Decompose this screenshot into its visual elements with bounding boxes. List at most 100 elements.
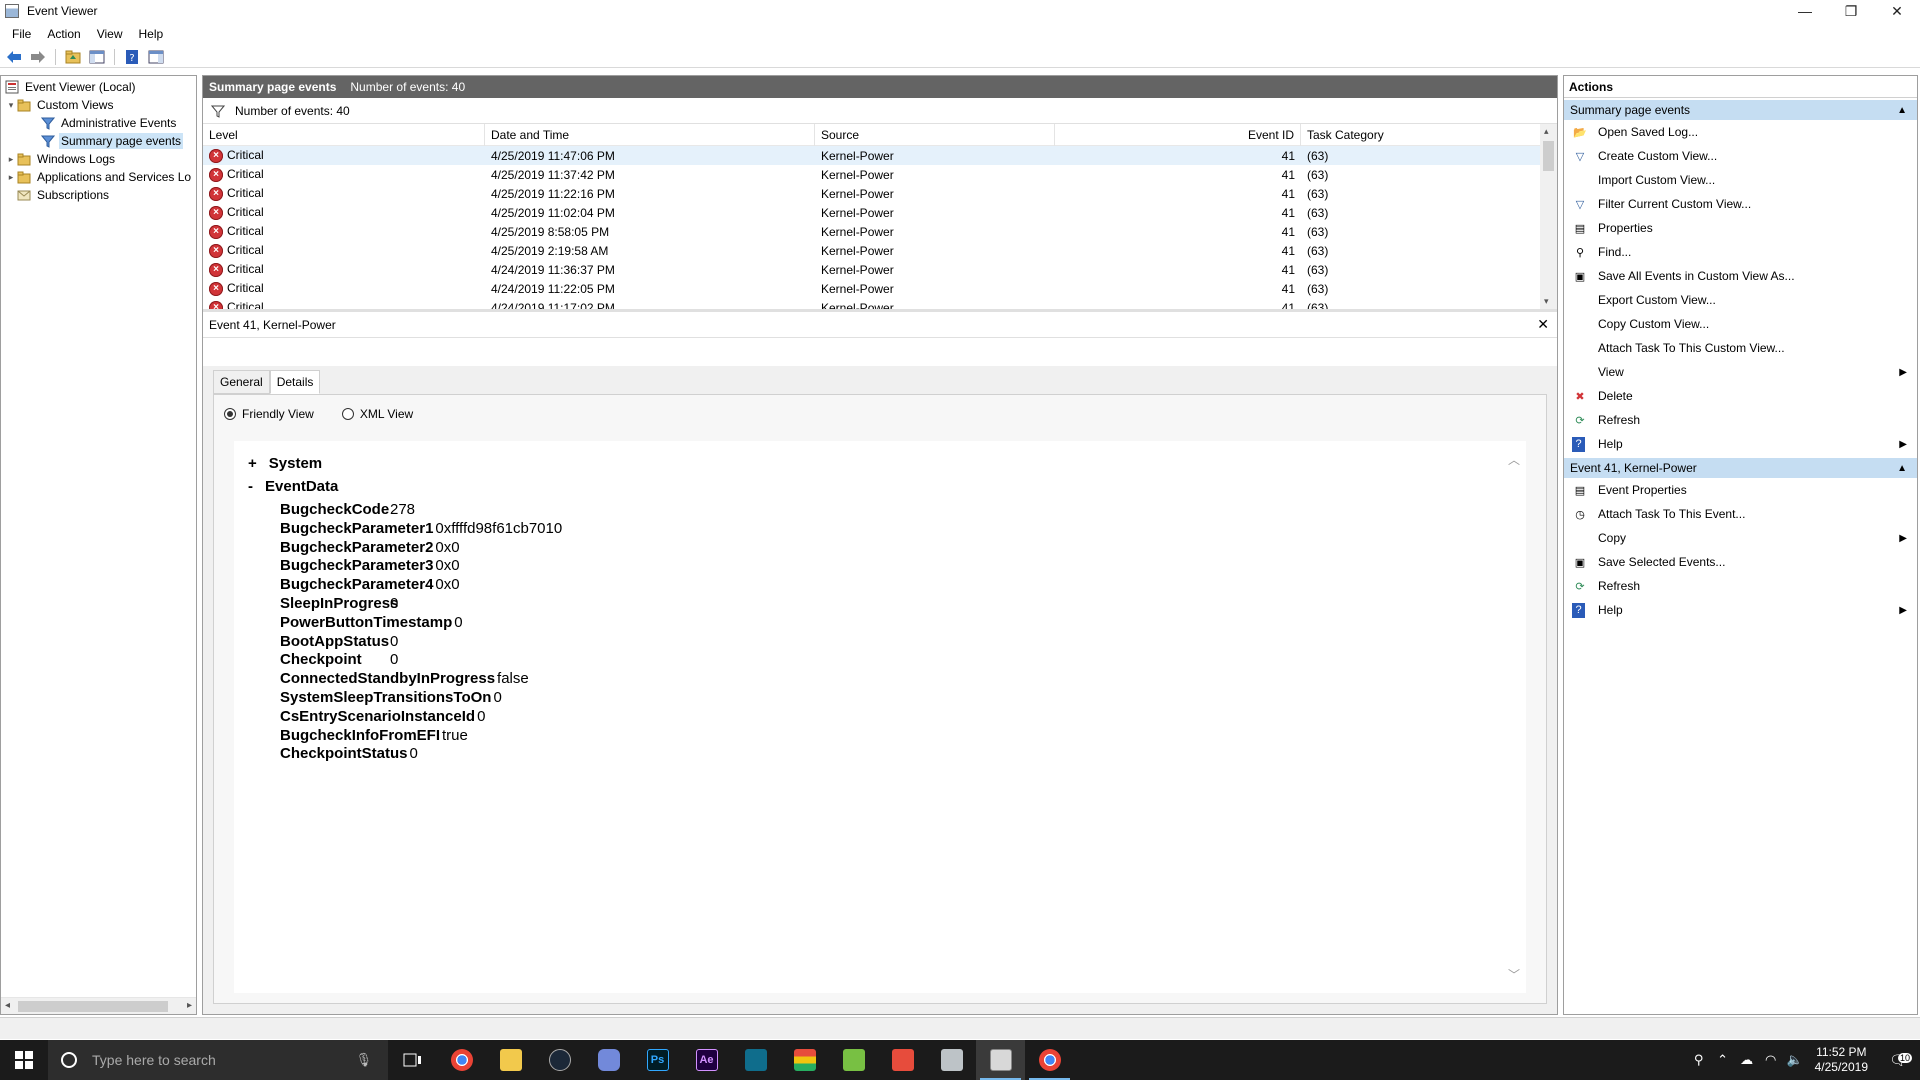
expand-toggle[interactable]: + [248, 455, 257, 472]
people-icon[interactable]: ⚲ [1687, 1052, 1711, 1068]
scroll-up-chevron-icon[interactable]: ︿ [1508, 451, 1520, 468]
taskbar-app-network[interactable] [927, 1040, 976, 1080]
scrollbar-thumb[interactable] [1543, 141, 1554, 171]
menu-action[interactable]: Action [39, 27, 88, 41]
taskbar-app-utorrent[interactable] [829, 1040, 878, 1080]
scroll-right-arrow-icon[interactable]: ▸ [187, 1000, 192, 1011]
action-export-custom-view[interactable]: Export Custom View... [1564, 288, 1917, 312]
table-row[interactable]: × Critical 4/25/2019 11:22:16 PM Kernel-Pow… [203, 184, 1557, 203]
wifi-icon[interactable]: ◠ [1759, 1052, 1783, 1068]
column-header-event-id[interactable]: Event ID [1055, 124, 1301, 146]
taskbar-app-discord[interactable] [584, 1040, 633, 1080]
action-event-properties[interactable]: ▤ Event Properties [1564, 478, 1917, 502]
action-help[interactable]: ? Help ▶ [1564, 598, 1917, 622]
taskbar-app-chrome[interactable] [437, 1040, 486, 1080]
tree-node-administrative-events[interactable]: Administrative Events [1, 114, 196, 132]
action-refresh[interactable]: ⟳ Refresh [1564, 574, 1917, 598]
scroll-down-arrow-icon[interactable]: ▾ [1544, 296, 1549, 307]
action-save-all-events-in-custom-view-as[interactable]: ▣ Save All Events in Custom View As... [1564, 264, 1917, 288]
close-button[interactable]: ✕ [1874, 0, 1920, 22]
action-delete[interactable]: ✖ Delete [1564, 384, 1917, 408]
action-create-custom-view[interactable]: ▽ Create Custom View... [1564, 144, 1917, 168]
column-header-level[interactable]: Level [203, 124, 485, 146]
tree-node-custom-views[interactable]: ▾ Custom Views [1, 96, 196, 114]
taskbar-app-chrome-2[interactable] [1025, 1040, 1074, 1080]
tree-node-root[interactable]: Event Viewer (Local) [1, 78, 196, 96]
collapse-toggle[interactable]: - [248, 478, 253, 495]
forward-arrow-icon[interactable] [28, 48, 48, 66]
collapse-caret-icon[interactable]: ▲ [1897, 463, 1907, 474]
tree-node-app-services-logs[interactable]: ▸ Applications and Services Lo [1, 168, 196, 186]
collapse-caret-icon[interactable]: ▲ [1897, 105, 1907, 116]
column-header-source[interactable]: Source [815, 124, 1055, 146]
onedrive-cloud-icon[interactable]: ☁ [1735, 1052, 1759, 1068]
actions-section-event[interactable]: Event 41, Kernel-Power ▲ [1564, 458, 1917, 478]
chevron-up-icon[interactable]: ⌃ [1711, 1052, 1735, 1068]
microphone-icon[interactable]: 🎙 [355, 1052, 372, 1068]
back-arrow-icon[interactable] [4, 48, 24, 66]
taskbar-app-stack[interactable] [780, 1040, 829, 1080]
table-row[interactable]: × Critical 4/25/2019 2:19:58 AM Kernel-Powe… [203, 241, 1557, 260]
action-help[interactable]: ? Help ▶ [1564, 432, 1917, 456]
action-view[interactable]: View ▶ [1564, 360, 1917, 384]
action-attach-task-to-this-event[interactable]: ◷ Attach Task To This Event... [1564, 502, 1917, 526]
taskbar-app-event-viewer[interactable] [976, 1040, 1025, 1080]
table-row[interactable]: × Critical 4/25/2019 8:58:05 PM Kernel-Powe… [203, 222, 1557, 241]
taskbar-app-generic-blue[interactable] [731, 1040, 780, 1080]
action-attach-task-to-this-custom-view[interactable]: Attach Task To This Custom View... [1564, 336, 1917, 360]
minimize-button[interactable]: — [1782, 0, 1828, 22]
volume-icon[interactable]: 🔈 [1783, 1052, 1807, 1068]
action-open-saved-log[interactable]: 📂 Open Saved Log... [1564, 120, 1917, 144]
table-row[interactable]: × Critical 4/25/2019 11:37:42 PM Kernel-Pow… [203, 165, 1557, 184]
menu-view[interactable]: View [89, 27, 131, 41]
table-row[interactable]: × Critical 4/24/2019 11:17:02 PM Kernel-Pow… [203, 298, 1557, 309]
tree-node-windows-logs[interactable]: ▸ Windows Logs [1, 150, 196, 168]
tree-horizontal-scrollbar[interactable]: ◂ ▸ [1, 997, 196, 1014]
scroll-up-arrow-icon[interactable]: ▴ [1544, 126, 1549, 137]
radio-selected-icon[interactable] [224, 408, 236, 420]
task-view-button[interactable] [388, 1040, 437, 1080]
table-row[interactable]: × Critical 4/24/2019 11:36:37 PM Kernel-Pow… [203, 260, 1557, 279]
restore-button[interactable]: ❐ [1828, 0, 1874, 22]
up-folder-icon[interactable] [63, 48, 83, 66]
column-header-task-category[interactable]: Task Category [1301, 124, 1541, 146]
action-find[interactable]: ⚲ Find... [1564, 240, 1917, 264]
scroll-left-arrow-icon[interactable]: ◂ [5, 1000, 10, 1011]
events-vertical-scrollbar[interactable]: ▴ ▾ [1540, 124, 1557, 309]
chevron-right-icon[interactable]: ▸ [5, 172, 17, 183]
section-system[interactable]: + System [248, 455, 322, 472]
section-eventdata[interactable]: - EventData [248, 478, 338, 495]
action-copy-custom-view[interactable]: Copy Custom View... [1564, 312, 1917, 336]
table-row[interactable]: × Critical 4/24/2019 11:22:05 PM Kernel-Pow… [203, 279, 1557, 298]
taskbar-app-file-explorer[interactable] [486, 1040, 535, 1080]
show-hide-console-tree-icon[interactable] [87, 48, 107, 66]
menu-file[interactable]: File [4, 27, 39, 41]
tree-node-summary-page-events[interactable]: Summary page events [1, 132, 196, 150]
chevron-down-icon[interactable]: ▾ [5, 100, 17, 111]
action-filter-current-custom-view[interactable]: ▽ Filter Current Custom View... [1564, 192, 1917, 216]
show-hide-action-pane-icon[interactable] [146, 48, 166, 66]
scroll-down-chevron-icon[interactable]: ﹀ [1508, 966, 1520, 983]
action-import-custom-view[interactable]: Import Custom View... [1564, 168, 1917, 192]
radio-unselected-icon[interactable] [341, 408, 354, 420]
radio-xml-view[interactable]: XML View [341, 407, 413, 421]
action-properties[interactable]: ▤ Properties [1564, 216, 1917, 240]
help-icon[interactable]: ? [122, 48, 142, 66]
table-row[interactable]: × Critical 4/25/2019 11:47:06 PM Kernel-Pow… [203, 146, 1557, 165]
taskbar-app-office[interactable] [878, 1040, 927, 1080]
scrollbar-thumb[interactable] [18, 1001, 168, 1012]
tab-general[interactable]: General [213, 370, 270, 394]
tree-node-subscriptions[interactable]: Subscriptions [1, 186, 196, 204]
action-refresh[interactable]: ⟳ Refresh [1564, 408, 1917, 432]
taskbar-app-photoshop[interactable]: Ps [633, 1040, 682, 1080]
start-button[interactable] [0, 1040, 48, 1080]
taskbar-search[interactable]: Type here to search 🎙 [48, 1040, 388, 1080]
action-copy[interactable]: Copy ▶ [1564, 526, 1917, 550]
actions-section-summary[interactable]: Summary page events ▲ [1564, 100, 1917, 120]
action-center-button[interactable]: 🗨 10 [1876, 1052, 1920, 1069]
chevron-right-icon[interactable]: ▸ [5, 154, 17, 165]
close-icon[interactable]: ✕ [1537, 316, 1549, 333]
table-row[interactable]: × Critical 4/25/2019 11:02:04 PM Kernel-Pow… [203, 203, 1557, 222]
radio-friendly-view[interactable]: Friendly View [224, 407, 314, 421]
taskbar-app-steam[interactable] [535, 1040, 584, 1080]
